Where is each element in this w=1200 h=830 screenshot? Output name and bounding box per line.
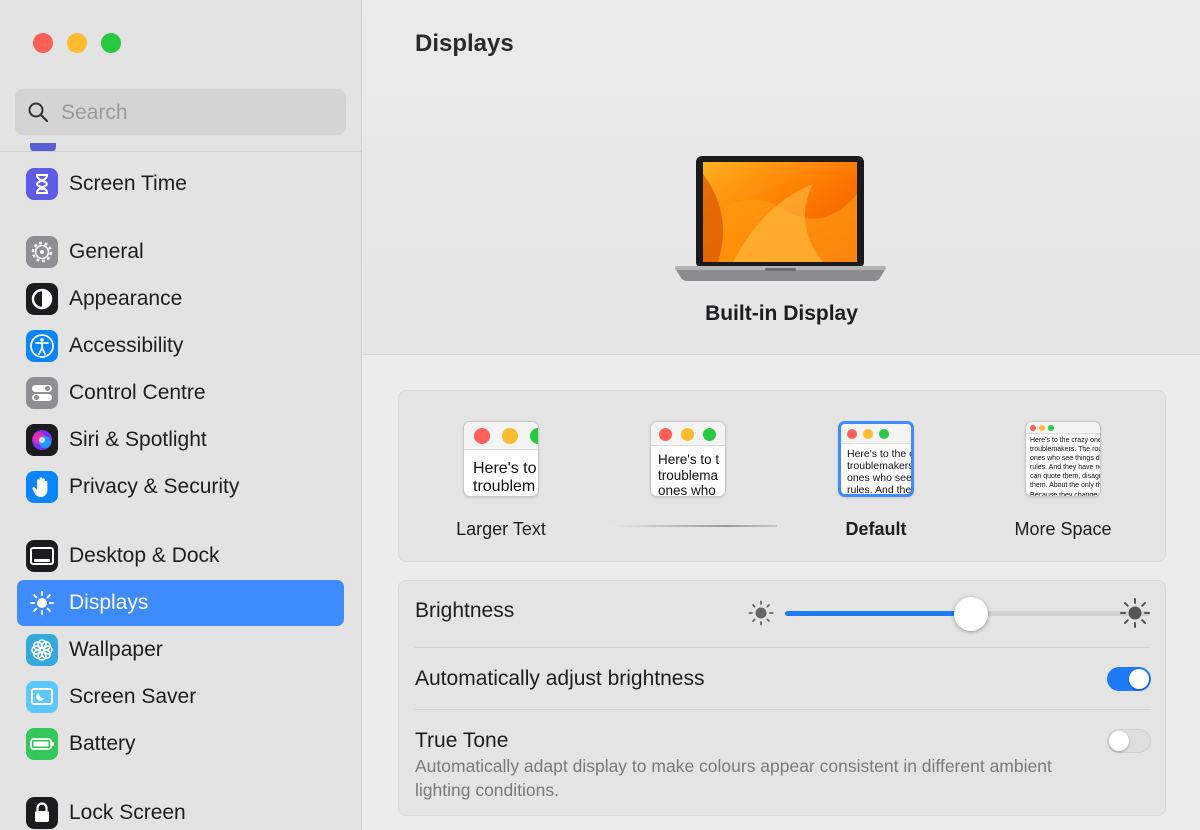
brightness-label: Brightness — [415, 599, 515, 622]
sidebar-item-label: Desktop & Dock — [69, 544, 220, 567]
sidebar-item-label: Siri & Spotlight — [69, 428, 207, 451]
sidebar-item-privacy-security[interactable]: Privacy & Security — [17, 464, 344, 510]
sidebar-item-label: Screen Saver — [69, 685, 197, 708]
display-name: Built-in Display — [705, 302, 858, 325]
sidebar-item-control-centre[interactable]: Control Centre — [17, 370, 344, 416]
gear-icon — [26, 236, 58, 268]
resolution-option-label: Default — [845, 519, 907, 539]
resolution-preview: Here's to troublem — [463, 421, 539, 497]
sidebar-item-lock-screen[interactable]: Lock Screen — [17, 790, 344, 830]
zoom-window-button[interactable] — [101, 33, 121, 53]
dock-icon — [26, 540, 58, 572]
sidebar-item-label: Screen Time — [69, 172, 187, 195]
sidebar-item-label: Control Centre — [69, 381, 206, 404]
appearance-icon — [26, 283, 58, 315]
yellow-dot-icon — [681, 428, 694, 441]
auto-brightness-toggle[interactable] — [1107, 667, 1151, 691]
sidebar-item-siri-spotlight[interactable]: Siri & Spotlight — [17, 417, 344, 463]
yellow-dot-icon — [863, 429, 873, 439]
true-tone-toggle[interactable] — [1107, 729, 1151, 753]
resolution-option-2[interactable]: Here's to t troublema ones who — [613, 421, 763, 551]
sidebar-item-wallpaper[interactable]: Wallpaper — [17, 627, 344, 673]
sidebar-item-label: General — [69, 240, 144, 263]
resolution-panel: Here's to troublem Larger Text Here's to… — [398, 390, 1166, 562]
sidebar-item-appearance[interactable]: Appearance — [17, 276, 344, 322]
sidebar-item-screen-time[interactable]: Screen Time — [17, 161, 344, 207]
sidebar-item-label: Battery — [69, 732, 136, 755]
brightness-fill — [785, 611, 972, 616]
sidebar-item-label: Privacy & Security — [69, 475, 240, 498]
green-dot-icon — [879, 429, 889, 439]
sun-dim-icon — [748, 600, 774, 626]
resolution-preview: Here's to the crazy one troublemakers. T… — [1025, 421, 1101, 497]
screen-saver-icon — [26, 681, 58, 713]
yellow-dot-icon — [1039, 425, 1045, 431]
row-divider — [415, 709, 1151, 710]
main-content: Displays Built-in Display Here's to trou… — [363, 0, 1200, 830]
green-dot-icon — [1048, 425, 1054, 431]
sidebar-item-battery[interactable]: Battery — [17, 721, 344, 767]
row-divider — [415, 647, 1151, 648]
brightness-slider[interactable] — [785, 597, 1150, 631]
sidebar-item-accessibility[interactable]: Accessibility — [17, 323, 344, 369]
sidebar-item-label: Lock Screen — [69, 801, 186, 824]
green-dot-icon — [530, 428, 538, 444]
auto-brightness-label: Automatically adjust brightness — [415, 667, 705, 690]
close-window-button[interactable] — [33, 33, 53, 53]
sidebar-item-displays[interactable]: Displays — [17, 580, 344, 626]
resolution-preview-selected: Here's to the c troublemakers. ones who … — [838, 421, 914, 497]
resolution-preview: Here's to t troublema ones who — [650, 421, 726, 497]
resolution-option-default[interactable]: Here's to the c troublemakers. ones who … — [801, 421, 951, 551]
sidebar-item-label: Accessibility — [69, 334, 184, 357]
sidebar: Search Screen Time General Appearance Ac… — [0, 0, 362, 830]
search-field[interactable]: Search — [15, 89, 346, 135]
sidebar-divider — [0, 151, 362, 152]
green-dot-icon — [703, 428, 716, 441]
true-tone-description: Automatically adapt display to make colo… — [415, 756, 1052, 800]
yellow-dot-icon — [502, 428, 518, 444]
lock-icon — [26, 797, 58, 829]
macbook-display-icon[interactable] — [673, 154, 888, 284]
sun-bright-icon — [1120, 598, 1150, 628]
sun-icon — [26, 587, 58, 619]
preview-text: Here's to the c troublemakers. ones who … — [847, 448, 914, 497]
resolution-option-larger-text[interactable]: Here's to troublem Larger Text — [426, 421, 576, 551]
sidebar-item-screen-saver[interactable]: Screen Saver — [17, 674, 344, 720]
control-centre-icon — [26, 377, 58, 409]
sidebar-item-label: Displays — [69, 591, 149, 614]
display-arrangement-area: Displays Built-in Display — [363, 0, 1200, 355]
brightness-knob[interactable] — [954, 597, 989, 631]
search-icon — [28, 102, 49, 123]
preview-text: Here's to troublem — [473, 460, 537, 496]
preview-text: Here's to t troublema ones who — [658, 452, 720, 497]
hourglass-icon — [26, 168, 58, 200]
siri-icon — [26, 424, 58, 456]
red-dot-icon — [659, 428, 672, 441]
sidebar-item-general[interactable]: General — [17, 229, 344, 275]
red-dot-icon — [474, 428, 490, 444]
search-placeholder: Search — [61, 101, 128, 124]
resolution-scale-line — [609, 525, 777, 527]
resolution-option-more-space[interactable]: Here's to the crazy one troublemakers. T… — [988, 421, 1138, 551]
hand-icon — [26, 471, 58, 503]
true-tone-label: True Tone — [415, 729, 509, 752]
battery-icon — [26, 728, 58, 760]
resolution-option-label: More Space — [1014, 519, 1112, 539]
red-dot-icon — [1030, 425, 1036, 431]
sidebar-item-label: Appearance — [69, 287, 183, 310]
flower-icon — [26, 634, 58, 666]
resolution-option-label: Larger Text — [456, 519, 546, 539]
accessibility-icon — [26, 330, 58, 362]
sidebar-item-desktop-dock[interactable]: Desktop & Dock — [17, 533, 344, 579]
sidebar-item-label: Wallpaper — [69, 638, 163, 661]
preview-text: Here's to the crazy one troublemakers. T… — [1030, 437, 1101, 497]
red-dot-icon — [847, 429, 857, 439]
minimize-window-button[interactable] — [67, 33, 87, 53]
page-title: Displays — [415, 30, 514, 57]
display-settings-panel: Brightness Automatically adjust brightne… — [398, 580, 1166, 816]
